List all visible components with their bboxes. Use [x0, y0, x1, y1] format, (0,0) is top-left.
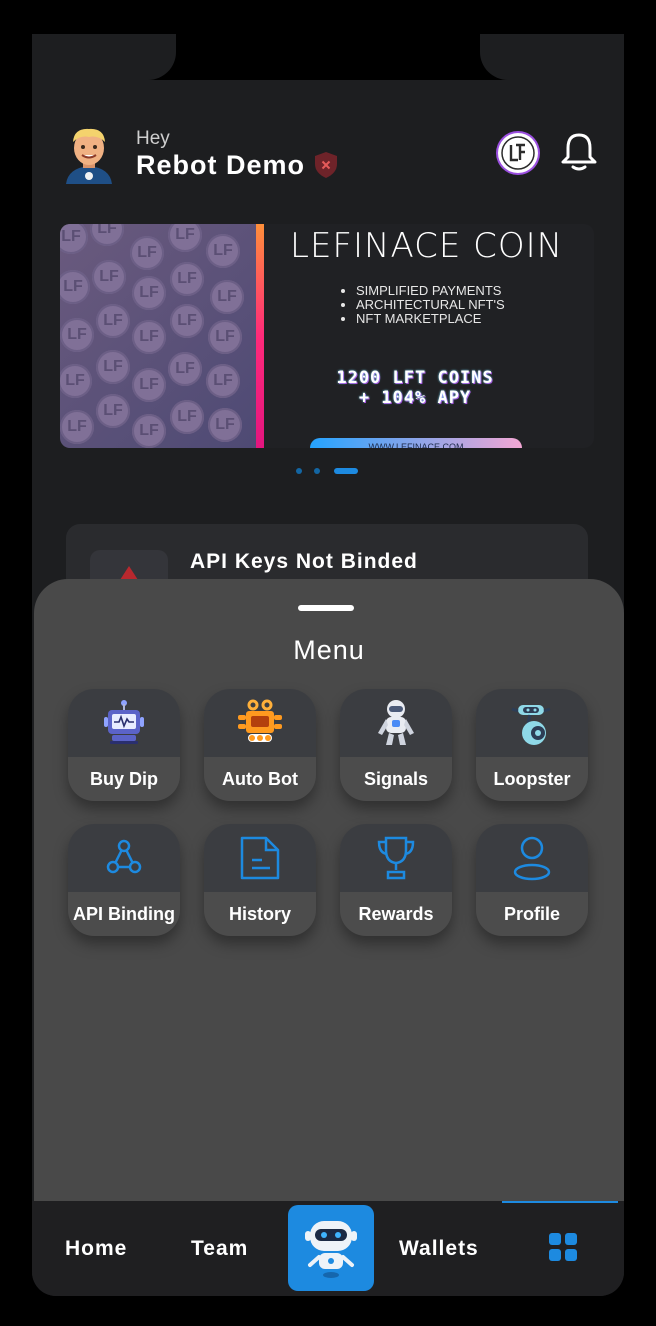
coin-icon: LF: [208, 408, 242, 442]
coin-icon: LF: [60, 410, 94, 444]
coin-icon: LF: [210, 280, 244, 314]
nav-team[interactable]: Team: [191, 1237, 248, 1261]
menu-sheet: Menu Buy Dip Auto Bot Signals Loopster A…: [34, 579, 624, 1219]
coin-icon: LF: [132, 414, 166, 448]
coin-icon: LF: [90, 224, 124, 246]
menu-item-label: Buy Dip: [89, 769, 158, 789]
tile-icon-area: [476, 689, 588, 757]
menu-item-buy-dip[interactable]: Buy Dip: [68, 689, 180, 801]
coin-icon: LF: [206, 364, 240, 398]
tile-icon-area: [204, 689, 316, 757]
coin-icon: LF: [96, 304, 130, 338]
coin-icon: LF: [170, 304, 204, 338]
nav-robot-button[interactable]: [288, 1205, 374, 1291]
robot-monitor-icon: [104, 700, 144, 744]
trophy-icon: [377, 836, 415, 880]
coin-icon: LF: [168, 224, 202, 252]
menu-item-label: Signals: [363, 769, 429, 789]
coin-icon: LF: [132, 320, 166, 354]
unverified-shield-icon[interactable]: [314, 151, 338, 179]
coin-icon: LF: [168, 352, 202, 386]
bullet-item: ARCHITECTURAL NFT'S: [356, 298, 505, 312]
coin-icon: LF: [60, 224, 88, 254]
coin-icon: LF: [130, 236, 164, 270]
menu-item-loopster[interactable]: Loopster: [476, 689, 588, 801]
carousel-dot[interactable]: [296, 468, 302, 474]
carousel-dot[interactable]: [314, 468, 320, 474]
coin-icon: LF: [208, 320, 242, 354]
coin-icon: LF: [92, 260, 126, 294]
promo-banner[interactable]: LF LF LF LF LF LF LF LF LF LF LF LF LF L…: [60, 224, 594, 448]
astronaut-robot-icon: [378, 700, 414, 745]
username: Rebot Demo: [136, 150, 306, 180]
menu-item-auto-bot[interactable]: Auto Bot: [204, 689, 316, 801]
coin-icon: LF: [60, 270, 90, 304]
nodes-icon: [106, 839, 142, 874]
document-icon: [240, 836, 280, 880]
orange-robot-icon: [238, 699, 282, 742]
avatar[interactable]: [62, 126, 116, 184]
status-left: [32, 34, 176, 80]
banner-bullets: SIMPLIFIED PAYMENTS ARCHITECTURAL NFT'S …: [342, 284, 505, 326]
lf-logo-icon[interactable]: [498, 133, 538, 173]
tile-icon-area: [340, 689, 452, 757]
coin-icon: LF: [206, 234, 240, 268]
sheet-drag-handle[interactable]: [298, 605, 354, 611]
tile-icon-area: [68, 689, 180, 757]
coin-icon: LF: [96, 394, 130, 428]
nav-wallets[interactable]: Wallets: [399, 1237, 479, 1261]
menu-item-profile[interactable]: Profile: [476, 824, 588, 936]
tile-icon-area: [476, 824, 588, 892]
promo-line: + 104% APY: [358, 388, 472, 408]
api-status-message: API Keys Not Binded: [190, 550, 418, 573]
coin-icon: LF: [170, 400, 204, 434]
status-right: [480, 34, 624, 80]
coin-pattern: LF LF LF LF LF LF LF LF LF LF LF LF LF L…: [60, 224, 256, 448]
coin-icon: LF: [132, 368, 166, 402]
camera-notch: [176, 34, 480, 80]
menu-item-history[interactable]: History: [204, 824, 316, 936]
coin-icon: LF: [60, 318, 94, 352]
coin-icon: LF: [96, 350, 130, 384]
greeting-text: Hey: [136, 128, 170, 149]
bell-icon[interactable]: [560, 130, 598, 174]
carousel-dot-active[interactable]: [334, 468, 358, 474]
menu-title: Menu: [293, 635, 365, 665]
status-area: [32, 34, 624, 80]
banner-title: LEFINACE COIN: [290, 226, 564, 266]
menu-item-label: Auto Bot: [222, 769, 298, 789]
coin-icon: LF: [132, 276, 166, 310]
active-indicator: [502, 1201, 618, 1203]
bullet-item: SIMPLIFIED PAYMENTS: [356, 284, 505, 298]
coin-icon: LF: [170, 262, 204, 296]
promo-line: 1200 LFT COINS: [336, 368, 494, 388]
coin-icon: LF: [60, 364, 92, 398]
grid-icon[interactable]: [548, 1232, 578, 1262]
menu-item-signals[interactable]: Signals: [340, 689, 452, 801]
tile-icon-area: [204, 824, 316, 892]
menu-item-label: Rewards: [358, 904, 434, 924]
bottom-nav: Home Team Wallets: [32, 1201, 624, 1296]
tile-icon-area: [68, 824, 180, 892]
promo-text: 1200 LFT COINS + 104% APY: [290, 368, 540, 408]
menu-item-label: History: [228, 904, 291, 924]
user-icon: [513, 836, 551, 881]
phone-screen: Hey Rebot Demo LF LF LF LF LF LF LF LF L…: [32, 34, 624, 1296]
robot-assistant-icon: [305, 1221, 357, 1278]
bullet-item: NFT MARKETPLACE: [356, 312, 505, 326]
header: Hey Rebot Demo: [32, 114, 624, 194]
menu-item-label: Loopster: [493, 769, 571, 789]
banner-url-button[interactable]: WWW.LEFINACE.COM: [310, 438, 522, 448]
menu-item-api-binding[interactable]: API Binding: [68, 824, 180, 936]
rolling-robot-icon: [511, 705, 551, 745]
menu-item-rewards[interactable]: Rewards: [340, 824, 452, 936]
accent-stripe: [256, 224, 264, 448]
tile-icon-area: [340, 824, 452, 892]
nav-home[interactable]: Home: [65, 1237, 127, 1261]
menu-item-label: API Binding: [73, 904, 175, 924]
menu-item-label: Profile: [503, 904, 560, 924]
